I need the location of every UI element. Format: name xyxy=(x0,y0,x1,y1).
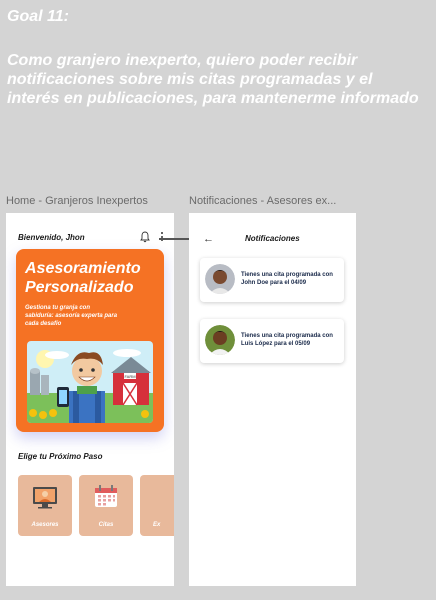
calendar-icon xyxy=(95,485,117,507)
hero-title: Asesoramiento Personalizado xyxy=(25,260,141,296)
more-options-icon[interactable] xyxy=(160,231,164,243)
goal-description: Como granjero inexperto, quiero poder re… xyxy=(7,52,419,107)
greeting-text: Bienvenido, Jhon xyxy=(18,233,85,242)
barn-sign: FARM xyxy=(124,374,135,379)
notifications-title: Notificaciones xyxy=(245,234,300,243)
avatar xyxy=(205,264,235,294)
avatar xyxy=(205,325,235,355)
notifications-screen: ← Notificaciones Tienes una cita program… xyxy=(189,213,356,586)
back-arrow-icon[interactable]: ← xyxy=(203,233,214,245)
advisor-icon xyxy=(33,487,57,509)
advisors-card[interactable]: Asesores xyxy=(18,475,72,536)
goal-title: Goal 11: xyxy=(7,8,69,25)
advisors-card-label: Asesores xyxy=(31,522,59,528)
notification-item[interactable]: Tienes una cita programada con Luis Lópe… xyxy=(200,319,344,363)
notification-item[interactable]: Tienes una cita programada con John Doe … xyxy=(200,258,344,302)
bell-icon[interactable] xyxy=(140,231,150,243)
home-screen: Bienvenido, Jhon Asesoramiento Personali… xyxy=(6,213,174,586)
partial-card[interactable]: Ex xyxy=(140,475,174,536)
appointments-card-label: Citas xyxy=(98,522,114,528)
hero-subtitle: Gestiona tu granja con sabiduría: asesor… xyxy=(25,305,118,327)
hero-banner[interactable]: Asesoramiento Personalizado Gestiona tu … xyxy=(16,249,164,432)
partial-card-label: Ex xyxy=(153,522,161,528)
home-frame-label: Home - Granjeros Inexpertos xyxy=(6,195,148,207)
appointments-card[interactable]: Citas xyxy=(79,475,133,536)
farmer-illustration: FARM xyxy=(27,341,153,423)
notification-text: Tienes una cita programada con Luis Lópe… xyxy=(241,333,333,347)
next-step-heading: Elige tu Próximo Paso xyxy=(18,452,103,461)
notification-text: Tienes una cita programada con John Doe … xyxy=(241,272,333,286)
notifications-frame-label: Notificaciones - Asesores ex... xyxy=(189,195,337,207)
